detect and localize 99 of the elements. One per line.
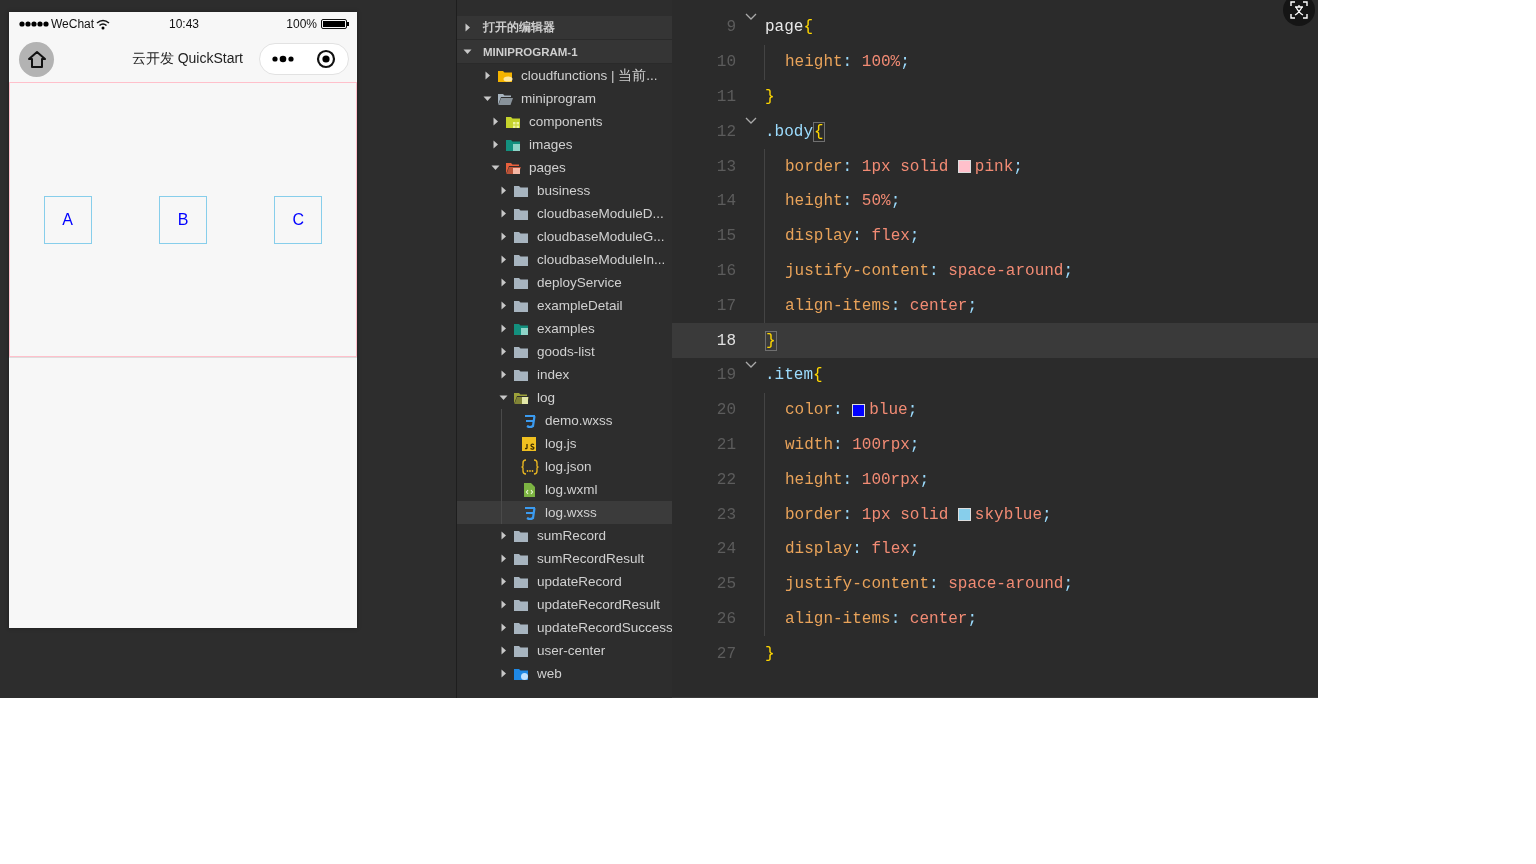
- tree-item[interactable]: user-center: [457, 639, 672, 662]
- matched-bracket: }: [765, 330, 777, 351]
- translate-icon: [1290, 1, 1308, 19]
- section-header[interactable]: 打开的编辑器: [457, 16, 672, 40]
- fold-icon[interactable]: [744, 117, 757, 126]
- code-text: page{: [765, 18, 813, 37]
- caret-icon: [499, 370, 508, 379]
- caret-icon: [491, 140, 500, 149]
- code-text: justify-content: space-around;: [785, 261, 1074, 280]
- tree-item[interactable]: cloudbaseModuleG...: [457, 225, 672, 248]
- caret-icon: [499, 623, 508, 632]
- caret-icon: [499, 669, 508, 678]
- home-icon: [27, 50, 46, 68]
- item-tile: A: [43, 195, 92, 244]
- more-icon[interactable]: [272, 54, 294, 64]
- caret-icon: [483, 71, 492, 80]
- code-text: height: 100%;: [785, 53, 910, 72]
- tree-item[interactable]: cloudbaseModuleD...: [457, 202, 672, 225]
- code-text: height: 100rpx;: [785, 470, 930, 489]
- caret-icon: [499, 577, 508, 586]
- code-text: border: 1px solid: [785, 505, 950, 524]
- code-text: justify-content: space-around;: [785, 575, 1074, 594]
- tree-item[interactable]: updateRecordResult: [457, 593, 672, 616]
- caret-icon: [499, 646, 508, 655]
- tree-item[interactable]: updateRecord: [457, 570, 672, 593]
- fold-icon[interactable]: [744, 360, 757, 369]
- code-text: display: flex;: [785, 540, 920, 559]
- fold-icon[interactable]: [744, 13, 757, 21]
- code-text: skyblue;: [974, 505, 1052, 524]
- code-text: }: [765, 644, 775, 663]
- tree-item[interactable]: examples: [457, 317, 672, 340]
- item-tile: C: [274, 195, 323, 244]
- tree-item[interactable]: index: [457, 363, 672, 386]
- caret-icon: [483, 94, 492, 103]
- tree-item[interactable]: web: [457, 662, 672, 685]
- line-number: 18: [715, 331, 736, 350]
- tree-item[interactable]: pages: [457, 156, 672, 179]
- caret-icon: [499, 278, 508, 287]
- tree-item[interactable]: updateRecordSuccess: [457, 616, 672, 639]
- tree-item[interactable]: miniprogram: [457, 87, 672, 110]
- battery-level: 100%: [286, 17, 317, 31]
- tree-item[interactable]: business: [457, 179, 672, 202]
- caret-icon: [491, 117, 500, 126]
- tree-item[interactable]: cloudbaseModuleIn...: [457, 248, 672, 271]
- caret-icon: [499, 393, 508, 402]
- code-text: display: flex;: [785, 227, 920, 246]
- section-header[interactable]: MINIPROGRAM-1: [457, 40, 672, 64]
- code-text: }: [765, 88, 775, 106]
- tree-item[interactable]: cloudfunctions | 当前...: [457, 64, 672, 87]
- code-text: blue;: [869, 401, 918, 420]
- color-swatch[interactable]: [852, 403, 866, 417]
- caret-icon: [499, 347, 508, 356]
- tree-item[interactable]: log.js: [457, 432, 672, 455]
- carrier-name: WeChat: [51, 17, 95, 31]
- code-text: pink;: [974, 157, 1023, 176]
- caret-icon: [499, 186, 508, 195]
- script-file-icon: [521, 435, 539, 452]
- battery-icon: [321, 19, 349, 29]
- code-text: height: 50%;: [785, 192, 901, 211]
- tree-item[interactable]: log.json: [457, 455, 672, 478]
- code-text: border: 1px solid: [785, 157, 950, 176]
- caret-icon: [499, 600, 508, 609]
- code-text: align-items: center;: [785, 296, 978, 315]
- tree-item[interactable]: images: [457, 133, 672, 156]
- caret-icon: [491, 163, 500, 172]
- braces-icon: [521, 458, 539, 475]
- close-icon[interactable]: [316, 49, 336, 69]
- code-text: align-items: center;: [785, 609, 978, 628]
- tree-item[interactable]: deployService: [457, 271, 672, 294]
- code-text: width: 100rpx;: [785, 435, 920, 454]
- caret-icon: [499, 255, 508, 264]
- item-tile: B: [159, 195, 207, 244]
- tree-item[interactable]: components: [457, 110, 672, 133]
- home-button[interactable]: [19, 41, 54, 77]
- caret-icon: [463, 23, 472, 32]
- code-text: .item{: [765, 366, 823, 385]
- code-text: .body: [765, 122, 813, 141]
- tree-item[interactable]: exampleDetail: [457, 294, 672, 317]
- caret-icon: [499, 301, 508, 310]
- caret-icon: [499, 324, 508, 333]
- caret-icon: [499, 209, 508, 218]
- wifi-icon: [96, 18, 111, 30]
- tree-item[interactable]: demo.wxss: [457, 409, 672, 432]
- tree-item[interactable]: log: [457, 386, 672, 409]
- code-text: color:: [785, 401, 844, 420]
- status-time: 10:43: [168, 17, 200, 31]
- caret-icon: [499, 232, 508, 241]
- nav-title: 云开发 QuickStart: [130, 50, 244, 68]
- tree-item[interactable]: sumRecord: [457, 524, 672, 547]
- signal-icon: [19, 20, 49, 28]
- color-swatch[interactable]: [957, 508, 971, 522]
- color-swatch[interactable]: [957, 160, 971, 174]
- caret-icon: [499, 531, 508, 540]
- matched-bracket: {: [813, 121, 825, 142]
- tree-item[interactable]: sumRecordResult: [457, 547, 672, 570]
- tree-item[interactable]: log.wxss: [457, 501, 672, 524]
- tree-item[interactable]: goods-list: [457, 340, 672, 363]
- caret-icon: [499, 554, 508, 563]
- caret-icon: [463, 47, 472, 56]
